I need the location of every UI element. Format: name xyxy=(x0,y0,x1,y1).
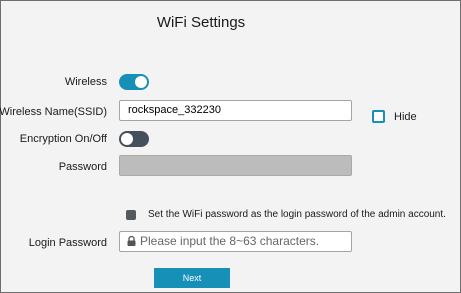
lock-icon xyxy=(127,235,136,246)
page-title: WiFi Settings xyxy=(156,14,246,31)
ssid-label: Wireless Name(SSID) xyxy=(0,106,107,118)
password-label: Password xyxy=(58,161,107,173)
hide-ssid-label: Hide xyxy=(394,111,417,123)
wifi-settings-panel: WiFi Settings Wireless Wireless Name(SSI… xyxy=(0,0,461,293)
login-password-placeholder: Please input the 8~63 characters. xyxy=(140,234,320,248)
encryption-label: Encryption On/Off xyxy=(19,133,107,145)
ssid-input[interactable]: rockspace_332230 xyxy=(119,100,352,121)
next-button[interactable]: Next xyxy=(154,268,230,288)
hide-ssid-checkbox[interactable] xyxy=(372,110,385,123)
wireless-label: Wireless xyxy=(64,76,107,88)
toggle-knob xyxy=(121,133,133,145)
login-password-input[interactable]: Please input the 8~63 characters. xyxy=(119,231,352,252)
encryption-toggle[interactable] xyxy=(119,131,149,147)
password-input xyxy=(119,155,352,176)
admin-password-checkbox[interactable] xyxy=(126,210,136,220)
login-password-label: Login Password xyxy=(28,237,107,249)
admin-password-option-label: Set the WiFi password as the login passw… xyxy=(148,209,446,220)
toggle-knob xyxy=(135,76,147,88)
wireless-toggle[interactable] xyxy=(119,74,149,90)
